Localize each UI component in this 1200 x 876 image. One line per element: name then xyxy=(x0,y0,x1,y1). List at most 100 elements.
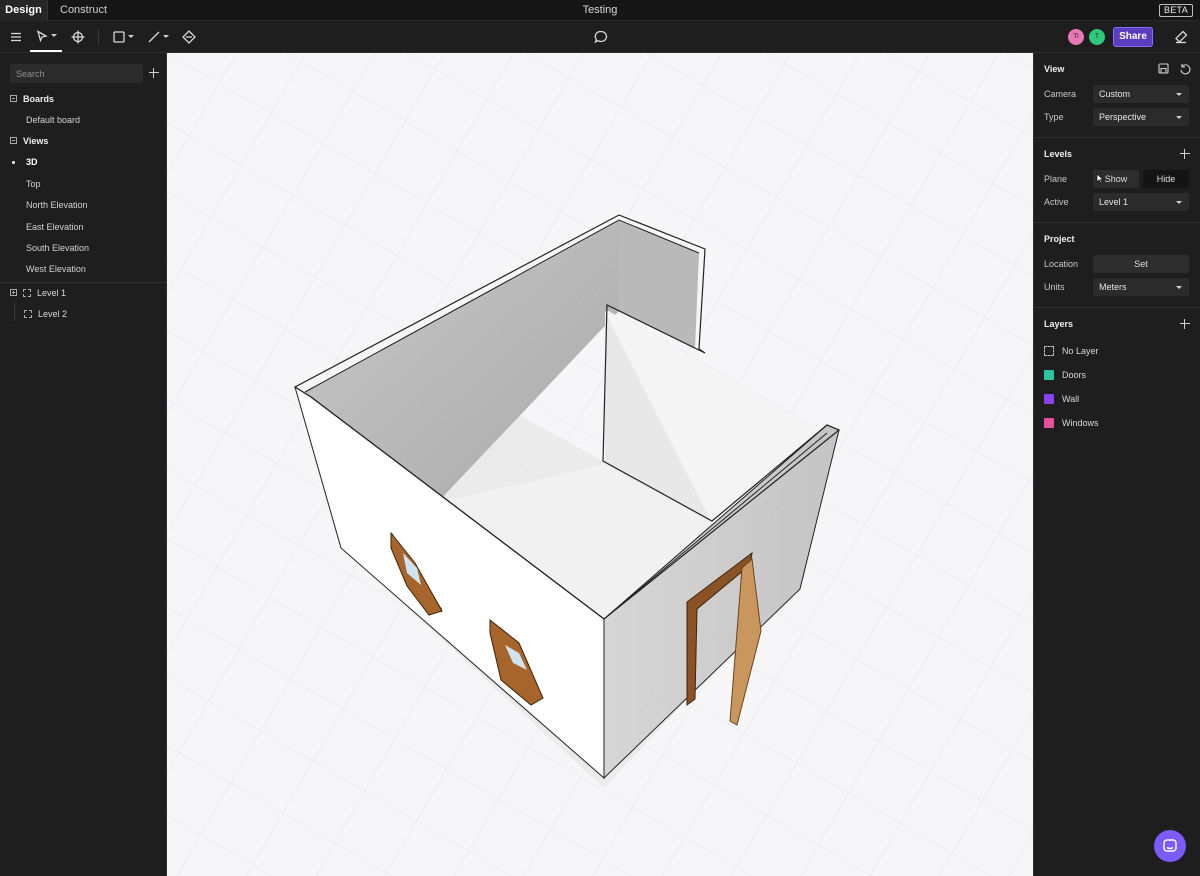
type-label: Type xyxy=(1044,112,1064,122)
tree-line xyxy=(14,301,15,321)
view-item-west-elevation[interactable]: West Elevation xyxy=(26,263,86,275)
line-tool-button[interactable] xyxy=(145,21,171,52)
layer-item-no-layer[interactable]: No Layer xyxy=(1044,345,1099,357)
layer-item-windows[interactable]: Windows xyxy=(1044,417,1099,429)
divider xyxy=(1034,222,1200,223)
toolbar: TI T Share xyxy=(0,21,1200,53)
layer-item-doors[interactable]: Doors xyxy=(1044,369,1086,381)
active-indicator xyxy=(12,161,15,164)
toolbar-divider xyxy=(98,29,99,45)
speech-bubble-icon xyxy=(594,30,608,43)
layer-item-wall[interactable]: Wall xyxy=(1044,393,1079,405)
views-section-header[interactable]: Views xyxy=(10,135,48,147)
layer-swatch xyxy=(1044,369,1054,380)
fill-tool-button[interactable] xyxy=(180,21,198,52)
set-location-button[interactable]: Set xyxy=(1093,255,1189,273)
level-icon xyxy=(24,309,32,318)
level-label: Level 1 xyxy=(37,288,67,298)
views-title: Views xyxy=(23,136,49,146)
active-level-value: Level 1 xyxy=(1099,197,1129,207)
units-value: Meters xyxy=(1099,282,1127,292)
layer-label: Doors xyxy=(1062,370,1087,380)
save-icon[interactable] xyxy=(1158,63,1169,74)
search-input[interactable] xyxy=(10,64,143,83)
camera-select[interactable]: Custom xyxy=(1093,85,1189,103)
eraser-button[interactable] xyxy=(1172,21,1190,52)
level-item-1[interactable]: Level 1 xyxy=(10,287,66,299)
chat-launcher-button[interactable] xyxy=(1154,830,1186,862)
share-button[interactable]: Share xyxy=(1113,27,1153,47)
avatar[interactable]: TI xyxy=(1068,29,1084,45)
active-level-label: Active xyxy=(1044,197,1069,207)
add-layer-icon[interactable] xyxy=(1180,319,1190,329)
boards-section-header[interactable]: Boards xyxy=(10,93,54,105)
3d-scene[interactable] xyxy=(167,53,1033,876)
divider xyxy=(0,282,166,283)
reset-icon[interactable] xyxy=(1179,63,1191,75)
chevron-down-icon xyxy=(50,34,57,37)
hamburger-icon xyxy=(11,32,21,41)
expand-icon[interactable] xyxy=(10,289,17,297)
shape-tool-button[interactable] xyxy=(110,21,136,52)
square-icon xyxy=(112,30,125,43)
layer-label: Wall xyxy=(1062,394,1080,404)
levels-section-title: Levels xyxy=(1044,149,1073,159)
menu-button[interactable] xyxy=(6,21,26,52)
project-section-title: Project xyxy=(1044,234,1075,244)
units-select[interactable]: Meters xyxy=(1093,278,1189,296)
tab-construct[interactable]: Construct xyxy=(50,0,117,21)
view-item-top[interactable]: Top xyxy=(26,178,41,190)
layer-swatch xyxy=(1044,393,1054,404)
type-select[interactable]: Perspective xyxy=(1093,108,1189,126)
view-item-east-elevation[interactable]: East Elevation xyxy=(26,221,84,233)
active-level-select[interactable]: Level 1 xyxy=(1093,193,1189,211)
level-label: Level 2 xyxy=(38,309,68,319)
comment-button[interactable] xyxy=(592,21,610,52)
boards-title: Boards xyxy=(23,94,55,104)
chevron-down-icon xyxy=(1176,116,1182,119)
chevron-down-icon xyxy=(162,35,169,38)
view-section-title: View xyxy=(1044,64,1065,74)
plane-label: Plane xyxy=(1044,174,1068,184)
plane-hide-button[interactable]: Hide xyxy=(1143,170,1189,188)
bucket-icon xyxy=(182,29,196,44)
document-title: Testing xyxy=(582,4,618,16)
view-item-south-elevation[interactable]: South Elevation xyxy=(26,242,89,254)
add-level-icon[interactable] xyxy=(1180,149,1190,159)
layer-label: No Layer xyxy=(1062,346,1099,356)
camera-value: Custom xyxy=(1099,89,1131,99)
layers-section-title: Layers xyxy=(1044,319,1074,329)
chevron-down-icon xyxy=(1176,201,1182,204)
chat-icon xyxy=(1163,839,1177,852)
3d-viewport[interactable] xyxy=(167,53,1033,876)
view-item-north-elevation[interactable]: North Elevation xyxy=(26,199,88,211)
eraser-icon xyxy=(1175,30,1188,43)
select-tool-button[interactable] xyxy=(30,21,62,52)
collapse-icon[interactable] xyxy=(10,95,17,103)
move-tool-button[interactable] xyxy=(68,21,88,52)
divider xyxy=(1034,137,1200,138)
move-icon xyxy=(71,30,85,43)
board-item-default[interactable]: Default board xyxy=(26,114,80,126)
cursor-icon xyxy=(1096,173,1104,184)
layer-swatch xyxy=(1044,345,1054,356)
left-sidebar: Boards Default board Views 3D Top North … xyxy=(0,53,167,876)
add-icon[interactable] xyxy=(149,68,159,78)
location-label: Location xyxy=(1044,259,1079,269)
divider xyxy=(1034,307,1200,308)
avatar[interactable]: T xyxy=(1089,29,1105,45)
properties-panel: View Camera Custom Type Perspective Leve… xyxy=(1033,53,1200,876)
units-label: Units xyxy=(1044,282,1065,292)
collapse-icon[interactable] xyxy=(10,137,17,145)
chevron-down-icon xyxy=(1176,286,1182,289)
title-bar: Design Construct Testing BETA xyxy=(0,0,1200,21)
chevron-down-icon xyxy=(1176,93,1182,96)
level-item-2[interactable]: Level 2 xyxy=(24,308,67,320)
pointer-icon xyxy=(36,29,48,42)
chevron-down-icon xyxy=(127,35,134,38)
line-icon xyxy=(148,31,159,42)
layer-label: Windows xyxy=(1062,418,1099,428)
tab-design[interactable]: Design xyxy=(0,0,48,21)
level-icon xyxy=(23,288,31,297)
view-item-3d[interactable]: 3D xyxy=(26,156,38,168)
